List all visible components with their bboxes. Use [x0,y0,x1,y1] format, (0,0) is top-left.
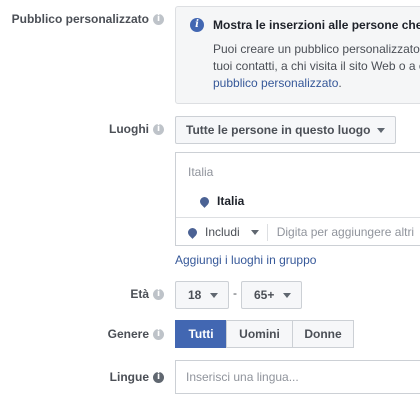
gender-segmented-control: Tutti Uomini Donne [175,320,354,348]
info-circle-icon: i [190,18,204,32]
selected-location[interactable]: Italia [198,194,245,208]
chevron-down-icon [210,292,219,298]
info-icon[interactable]: i [153,371,164,383]
gender-label: Genere [107,327,149,341]
info-icon[interactable]: i [153,123,164,135]
age-max-value: 65+ [254,288,275,302]
notice-header: i Mostra le inserzioni alle persone che [190,18,420,32]
divider [266,223,268,241]
include-value: Includi [205,225,240,239]
selected-location-label: Italia [217,194,245,208]
include-dropdown[interactable]: Includi [176,218,259,246]
gender-all-button[interactable]: Tutti [175,320,227,348]
age-label-row: Età i [130,287,164,301]
location-type-dropdown[interactable]: Tutte le persone in questo luogo [175,116,397,144]
add-locations-bulk-link[interactable]: Aggiungi i luoghi in gruppo [175,253,316,267]
custom-audience-label-row: Pubblico personalizzato i [12,12,164,26]
location-search-row: Includi Digita per aggiungere altri [176,217,420,246]
location-pin-icon [186,225,199,239]
chevron-down-icon [283,292,292,298]
age-separator: - [233,286,237,300]
chevron-down-icon [250,229,259,235]
location-box: Italia Italia Includi Digita per aggiung… [175,152,420,246]
location-type-value: Tutte le persone in questo luogo [186,123,371,137]
notice-title: Mostra le inserzioni alle persone che [213,18,420,32]
notice-line-2: tuoi contatti, a chi visita il sito Web … [213,59,420,73]
info-icon[interactable]: i [153,328,164,340]
info-icon[interactable]: i [153,13,164,25]
age-label: Età [130,287,149,301]
age-min-dropdown[interactable]: 18 [175,281,230,309]
location-search-input[interactable]: Digita per aggiungere altri [277,225,414,239]
info-icon[interactable]: i [153,288,164,300]
gender-label-row: Genere i [108,327,164,341]
chevron-down-icon [377,127,386,133]
gender-women-button[interactable]: Donne [292,320,354,348]
notice-line-3: pubblico personalizzato. [213,75,420,92]
custom-audience-label: Pubblico personalizzato [11,12,149,26]
locations-label: Luoghi [109,122,149,136]
age-max-dropdown[interactable]: 65+ [241,281,303,309]
language-input[interactable] [175,360,420,394]
locations-label-row: Luoghi i [109,122,164,136]
gender-men-button[interactable]: Uomini [226,320,293,348]
notice-body: Puoi creare un pubblico personalizzato t… [213,41,420,92]
location-country-header: Italia [188,165,214,179]
languages-label: Lingue [109,370,149,384]
location-pin-icon [198,194,211,208]
languages-label-row: Lingue i [110,370,164,384]
age-min-value: 18 [188,288,202,302]
custom-audience-link[interactable]: pubblico personalizzato [213,76,338,90]
notice-line-1: Puoi creare un pubblico personalizzato [213,42,420,56]
custom-audience-notice: i Mostra le inserzioni alle persone che … [175,6,420,104]
notice-link-suffix: . [338,76,342,90]
